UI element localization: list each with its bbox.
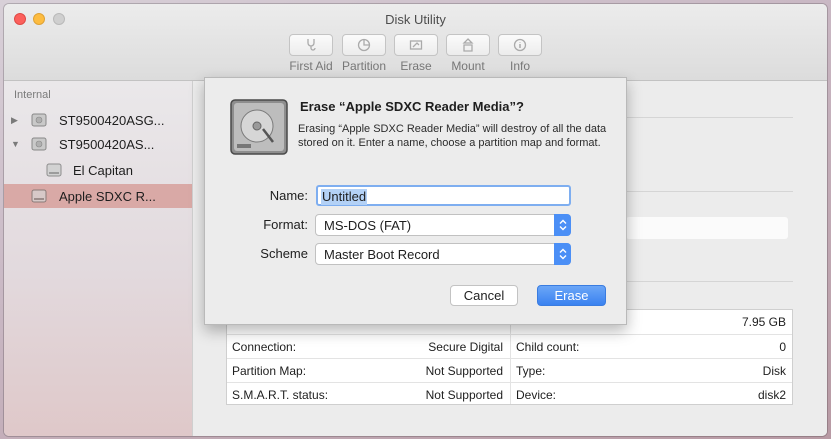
info-value: Secure Digital xyxy=(428,340,503,354)
sidebar-item-label: ST9500420ASG... xyxy=(59,112,165,128)
info-icon xyxy=(513,38,527,52)
mount-label: Mount xyxy=(451,59,485,73)
first-aid-button[interactable] xyxy=(289,34,333,56)
sidebar: Internal ▶ ST9500420ASG... ▼ ST9500420AS… xyxy=(4,81,193,436)
info-value: Not Supported xyxy=(425,388,503,402)
sidebar-item-el-capitan[interactable]: El Capitan xyxy=(4,158,192,182)
hard-disk-icon xyxy=(31,113,47,127)
info-value: Not Supported xyxy=(425,364,503,378)
pie-icon xyxy=(357,38,371,52)
format-popup[interactable]: MS-DOS (FAT) xyxy=(315,214,571,236)
stethoscope-icon xyxy=(307,39,316,51)
erase-button[interactable] xyxy=(394,34,438,56)
info-value: 0 xyxy=(779,340,786,354)
divider xyxy=(626,281,793,282)
cancel-button[interactable]: Cancel xyxy=(450,285,518,306)
sd-card-icon xyxy=(31,189,47,203)
sidebar-item-label: El Capitan xyxy=(73,162,133,178)
erase-label: Erase xyxy=(400,59,432,73)
name-field-value: Untitled xyxy=(321,189,368,205)
sidebar-item-label: Apple SDXC R... xyxy=(59,188,156,204)
erase-icon xyxy=(409,40,423,50)
format-label: Format: xyxy=(263,217,308,232)
name-field[interactable]: Untitled xyxy=(316,185,571,206)
table-row: Connection: Secure Digital Child count: … xyxy=(227,334,792,359)
format-value: MS-DOS (FAT) xyxy=(324,218,412,233)
info-label: Info xyxy=(509,59,530,73)
erase-dialog: Erase “Apple SDXC Reader Media”? Erasing… xyxy=(204,77,627,325)
mount-icon xyxy=(462,38,474,52)
capacity-value: 7.95 GB xyxy=(741,315,786,329)
table-row: S.M.A.R.T. status: Not Supported Device:… xyxy=(227,382,792,407)
chevron-updown-icon xyxy=(554,243,571,265)
divider xyxy=(626,117,793,118)
chevron-updown-icon xyxy=(554,214,571,236)
dialog-title: Erase “Apple SDXC Reader Media”? xyxy=(300,99,524,114)
mount-button[interactable] xyxy=(446,34,490,56)
sidebar-section-internal: Internal xyxy=(14,89,51,101)
erase-confirm-button[interactable]: Erase xyxy=(537,285,606,306)
sidebar-item-st9500420asg[interactable]: ▶ ST9500420ASG... xyxy=(4,108,192,132)
info-value: disk2 xyxy=(757,388,786,402)
info-label: Partition Map: xyxy=(232,364,307,378)
info-label: Child count: xyxy=(516,340,580,354)
disclosure-down-icon[interactable]: ▼ xyxy=(11,139,20,149)
info-label: Type: xyxy=(516,364,546,378)
first-aid-label: First Aid xyxy=(289,59,333,73)
hard-disk-icon xyxy=(230,99,288,155)
sidebar-item-st9500420as[interactable]: ▼ ST9500420AS... xyxy=(4,132,192,156)
scheme-label: Scheme xyxy=(260,246,308,261)
scheme-popup[interactable]: Master Boot Record xyxy=(315,243,571,265)
divider xyxy=(626,191,793,192)
sidebar-item-label: ST9500420AS... xyxy=(59,136,155,152)
hard-disk-icon xyxy=(31,137,47,151)
info-value: Disk xyxy=(762,364,786,378)
name-label: Name: xyxy=(269,188,308,203)
info-label: S.M.A.R.T. status: xyxy=(232,388,329,402)
titlebar: Disk Utility First Aid Partition Erase M… xyxy=(4,4,827,81)
table-row: Partition Map: Not Supported Type: Disk xyxy=(227,358,792,383)
partition-label: Partition xyxy=(341,59,387,73)
usage-bar xyxy=(626,217,788,239)
window-title: Disk Utility xyxy=(385,12,446,27)
partition-button[interactable] xyxy=(342,34,386,56)
dialog-message: Erasing “Apple SDXC Reader Media” will d… xyxy=(298,123,607,149)
info-label: Device: xyxy=(516,388,557,402)
volume-icon xyxy=(46,163,62,177)
info-button[interactable] xyxy=(498,34,542,56)
info-label: Connection: xyxy=(232,340,297,354)
scheme-value: Master Boot Record xyxy=(324,247,440,262)
sidebar-item-apple-sdxc[interactable]: Apple SDXC R... xyxy=(4,184,192,208)
disclosure-right-icon[interactable]: ▶ xyxy=(11,115,18,126)
